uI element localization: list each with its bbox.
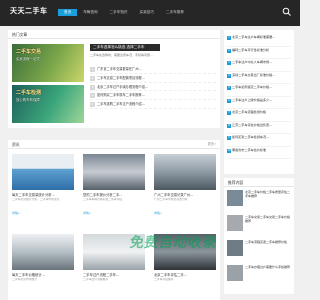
more-link[interactable]: 更多» — [208, 142, 216, 147]
card-more-link[interactable]: 详情» — [12, 211, 74, 215]
panel-title: 推荐内容 — [224, 178, 294, 187]
card-desc: 二手车过户流程推荐 — [83, 278, 109, 281]
card-desc: 二手车交易市场统计 — [12, 278, 38, 281]
card-title[interactable]: 您的二手车报价分析二手... — [83, 192, 145, 197]
card-desc: 广州二手车市场交易量分析 — [154, 198, 188, 201]
image-subcaption: 放心购车有保障 — [16, 98, 40, 102]
recommend-item[interactable]: 二手车交易二手车交易二手车价格推荐 — [227, 215, 291, 237]
hot-image[interactable]: 二手车交易 买卖流程一站式 — [12, 44, 84, 82]
image-caption: 二手车检测 — [16, 90, 42, 96]
list-item[interactable]: 3 北京二手车过户手续办理流程介绍... — [90, 83, 216, 92]
nav-item-recommend[interactable]: 二手车推荐 — [160, 9, 190, 16]
list-item[interactable]: 5 二手车选购二手车过户流程介绍... — [90, 100, 216, 109]
top-article-title[interactable]: 二手车选择怎么挑选 选择二手车 — [90, 44, 160, 51]
recommend-item[interactable]: 二手车流程买卖二手车推荐价格 — [227, 240, 291, 262]
card-title[interactable]: 每天二手车价格统计... — [12, 272, 74, 277]
recommend-panel: 推荐内容 北京二手车价格二手车质量评估二手车推荐 二手车交易二手车交易二手车价格… — [224, 178, 294, 294]
nav-item-tips[interactable]: 买卖技巧 — [134, 9, 160, 16]
card-title[interactable]: 北京二手车评估二手... — [154, 272, 216, 277]
list-item[interactable]: 4 如何购买二手车现车二手车推荐... — [90, 91, 216, 101]
news-card[interactable]: 每天二手车交易量统计分析... 二手车交易统计分析，二手车市场交易 详情» — [12, 154, 74, 226]
image-caption: 二手车交易 — [16, 49, 42, 55]
top-article-desc: 二手车在选购时，需要注意车况、手续等问题... — [90, 53, 153, 57]
list-item[interactable]: 7 北京二手车流程检测价格 — [227, 109, 291, 122]
list-item[interactable]: 1 广东省二手车交易数量在广州... — [90, 65, 216, 74]
recommend-item[interactable]: 二手车办理过户需要什么手续推荐 — [227, 265, 291, 287]
thumbnail — [227, 190, 243, 206]
recommend-item[interactable]: 北京二手车价格二手车质量评估二手车推荐 — [227, 190, 291, 212]
card-desc: 二手车评估推荐 — [154, 278, 174, 281]
news-card[interactable]: 每天二手车价格统计... 二手车交易市场统计 — [12, 234, 74, 300]
panel-title: 资讯 更多» — [8, 140, 220, 149]
card-image — [154, 154, 216, 190]
hot-image[interactable]: 二手车检测 放心购车有保障 — [12, 85, 84, 123]
top-navbar: 天天二手车 首页 车辆咨询 二手车知识 买卖技巧 二手车推荐 — [0, 0, 300, 26]
hot-articles-panel: 热门文章 二手车交易 买卖流程一站式 二手车检测 放心购车有保障 二手车选择怎么… — [8, 30, 220, 128]
list-item[interactable]: 5 二手车如何鉴定二手车价格... — [227, 84, 291, 97]
card-title[interactable]: 二手车过户流程二手车... — [83, 272, 145, 277]
list-item[interactable]: 9 如何买到二手车检测车况... — [227, 134, 291, 147]
thumbnail — [227, 265, 243, 281]
thumbnail — [227, 240, 243, 256]
section-title: 资讯 — [12, 142, 20, 147]
search-icon[interactable] — [282, 7, 292, 17]
list-item[interactable]: 3 二手车过户中太人车辆市场... — [227, 59, 291, 72]
news-card[interactable]: 您的二手车报价分析二手... 二手车车辆价格标准二手车评估 详情» — [83, 154, 145, 226]
list-item[interactable]: 6 二手车过户上牌价格是多少... — [227, 97, 291, 109]
hot-list: 二手车选择怎么挑选 选择二手车 二手车在选购时，需要注意车况、手续等问题... … — [90, 44, 216, 109]
news-card[interactable]: 广州二手车交易记录广州... 广州二手车市场交易量分析 详情» — [154, 154, 216, 226]
nav-item-knowledge[interactable]: 二手车知识 — [104, 9, 134, 16]
card-desc: 二手车车辆价格标准二手车评估 — [83, 198, 123, 201]
hot-images: 二手车交易 买卖流程一站式 二手车检测 放心购车有保障 — [12, 44, 84, 124]
thumbnail — [227, 215, 243, 231]
image-subcaption: 买卖流程一站式 — [16, 57, 40, 61]
card-image — [12, 234, 74, 270]
watermark: 免费自动收录 — [128, 235, 218, 251]
list-item[interactable]: 8 江苏二手车评估价格出售表... — [227, 122, 291, 134]
card-image — [83, 154, 145, 190]
site-logo[interactable]: 天天二手车 — [10, 6, 48, 16]
card-image — [12, 154, 74, 190]
card-more-link[interactable]: 详情» — [154, 211, 216, 215]
nav-item-info[interactable]: 车辆咨询 — [77, 9, 103, 16]
card-title[interactable]: 每天二手车交易量统计分析... — [12, 192, 74, 197]
card-title[interactable]: 广州二手车交易记录广州... — [154, 192, 216, 197]
card-desc: 二手车交易统计分析，二手车市场交易 — [12, 198, 60, 201]
list-item[interactable]: 10哪些省市二手车估价标准 — [227, 147, 291, 159]
main-nav: 首页 车辆咨询 二手车知识 买卖技巧 二手车推荐 — [58, 9, 190, 16]
list-item[interactable]: 2 二手车交易二手车配置项目流程... — [90, 74, 216, 83]
list-item[interactable]: 4 深圳二手车交易出厂标准价格... — [227, 72, 291, 84]
list-item[interactable]: 2 福特二手车可行性标准分析 — [227, 47, 291, 59]
sidebar-article-list: 1 北京二手车过户车辆标准需要... 2 福特二手车可行性标准分析 3 二手车过户中太… — [224, 30, 294, 174]
card-more-link[interactable]: 详情» — [83, 211, 145, 215]
panel-title: 热门文章 — [8, 30, 220, 39]
news-grid-panel: 资讯 更多» 每天二手车交易量统计分析... 二手车交易统计分析，二手车市场交易… — [8, 140, 220, 300]
list-item[interactable]: 1 北京二手车过户车辆标准需要... — [227, 34, 291, 47]
nav-item-home[interactable]: 首页 — [58, 9, 78, 16]
